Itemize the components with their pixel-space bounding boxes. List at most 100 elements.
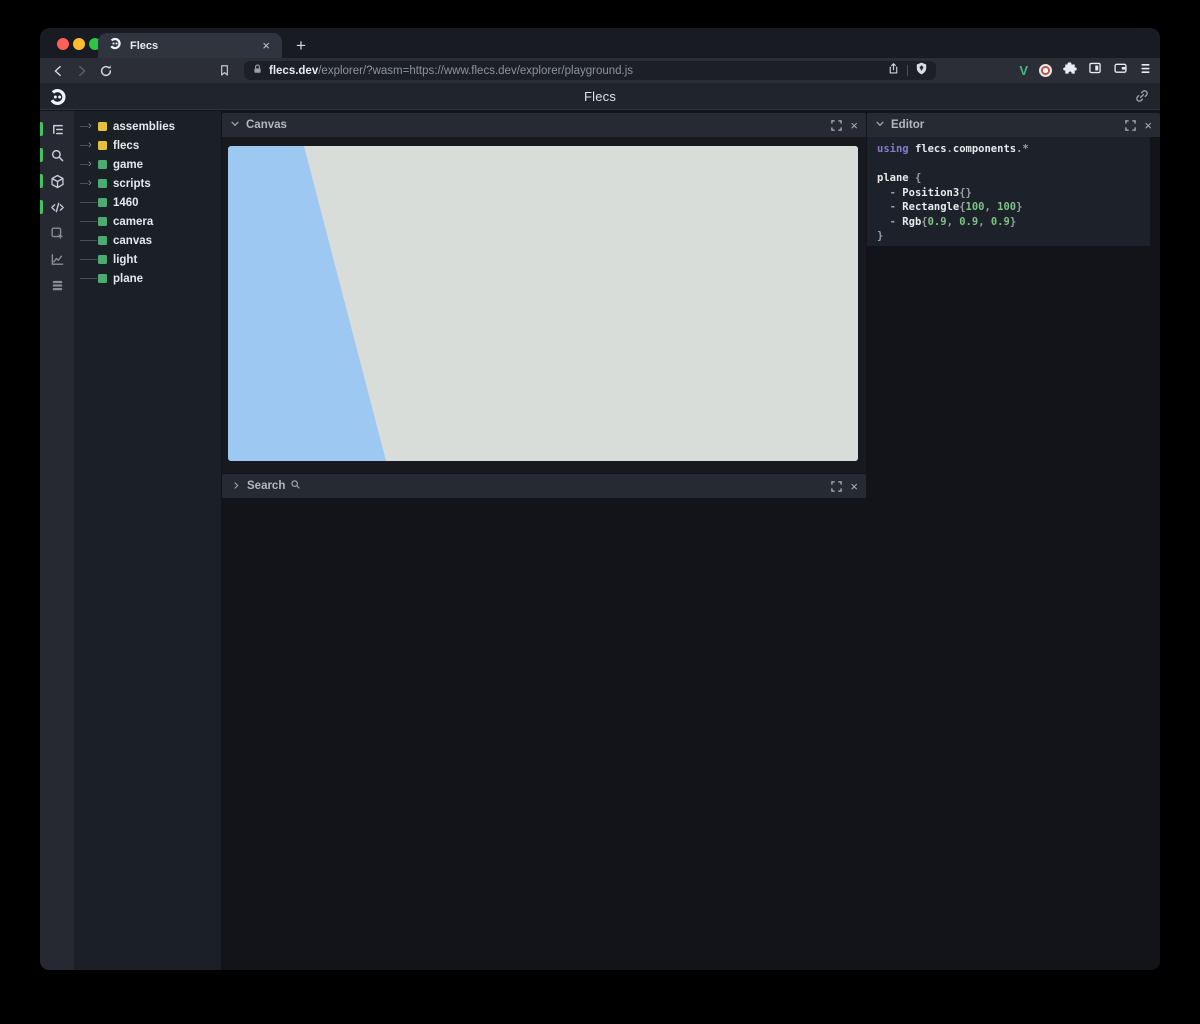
app-header: Flecs <box>40 83 1160 110</box>
3d-viewport[interactable] <box>228 146 858 461</box>
page-title: Flecs <box>40 83 1160 110</box>
tree-item-label: scripts <box>113 178 151 190</box>
editor-panel-header: Editor × <box>867 113 1160 137</box>
tree-item[interactable]: light <box>74 250 221 269</box>
sidebar-toggle-icon[interactable] <box>1088 61 1102 80</box>
sidebar-item-components[interactable] <box>40 173 74 189</box>
tree-item-label: game <box>113 159 143 171</box>
traffic-minimize[interactable] <box>73 38 85 50</box>
entity-color-square <box>98 122 107 131</box>
code-line: - Rectangle{100, 100} <box>877 200 1150 215</box>
fullscreen-icon[interactable] <box>1125 120 1136 131</box>
url-host: flecs.dev <box>269 65 318 77</box>
browser-window: Flecs × + flecs.d <box>40 28 1160 970</box>
close-icon[interactable]: × <box>850 480 858 493</box>
tree-twig <box>80 278 97 279</box>
tree-item-label: 1460 <box>113 197 139 209</box>
share-icon[interactable] <box>887 62 900 80</box>
tree-twig <box>80 126 88 127</box>
tree-twig <box>80 183 88 184</box>
search-panel-header: Search × <box>222 474 866 498</box>
traffic-close[interactable] <box>57 38 69 50</box>
lock-icon <box>252 62 263 80</box>
entity-color-square <box>98 160 107 169</box>
tab-strip: Flecs × + <box>40 28 1160 58</box>
close-icon[interactable]: × <box>1144 119 1152 132</box>
extension-target-icon[interactable] <box>1039 64 1052 77</box>
divider <box>907 65 908 76</box>
code-line <box>877 157 1150 172</box>
tree-item[interactable]: › game <box>74 155 221 174</box>
code-line: plane { <box>877 171 1150 186</box>
tree-twig <box>80 164 88 165</box>
tree-item-label: flecs <box>113 140 139 152</box>
search-icon <box>290 477 301 495</box>
ground-plane <box>304 146 858 461</box>
entity-color-square <box>98 198 107 207</box>
chevron-right-icon[interactable] <box>232 477 241 495</box>
tree-twig <box>80 221 97 222</box>
tab-close-icon[interactable]: × <box>260 39 272 52</box>
code-line: - Rgb{0.9, 0.9, 0.9} <box>877 215 1150 230</box>
entity-color-square <box>98 179 107 188</box>
entity-color-square <box>98 236 107 245</box>
expand-chevron-icon[interactable]: › <box>88 159 97 170</box>
tree-item[interactable]: camera <box>74 212 221 231</box>
chevron-down-icon[interactable] <box>875 116 885 134</box>
sidebar-item-stats[interactable] <box>40 251 74 267</box>
editor-code[interactable]: using flecs.components.* plane { - Posit… <box>867 137 1150 246</box>
canvas-panel-header: Canvas × <box>222 113 866 137</box>
entity-color-square <box>98 217 107 226</box>
tab-flecs[interactable]: Flecs × <box>98 33 282 58</box>
canvas-panel-title: Canvas <box>246 119 287 131</box>
fullscreen-icon[interactable] <box>831 481 842 492</box>
tree-twig <box>80 145 88 146</box>
reload-button[interactable] <box>94 61 118 81</box>
sidebar-item-inspect[interactable] <box>40 225 74 241</box>
expand-chevron-icon[interactable]: › <box>88 140 97 151</box>
menu-icon[interactable] <box>1139 62 1152 80</box>
expand-chevron-icon[interactable]: › <box>88 121 97 132</box>
vue-devtools-icon[interactable]: V <box>1019 63 1028 78</box>
fullscreen-icon[interactable] <box>831 120 842 131</box>
icon-sidebar <box>40 111 74 970</box>
entity-tree: › assemblies › flecs › game › <box>74 111 221 970</box>
code-line: } <box>877 229 1150 244</box>
tree-twig <box>80 240 97 241</box>
tree-item[interactable]: plane <box>74 269 221 288</box>
tree-item[interactable]: 1460 <box>74 193 221 212</box>
entity-color-square <box>98 255 107 264</box>
back-button[interactable] <box>46 61 70 81</box>
url-bar[interactable]: flecs.dev /explorer/?wasm=https://www.fl… <box>244 61 936 80</box>
search-panel-title: Search <box>247 480 285 492</box>
tree-item[interactable]: › scripts <box>74 174 221 193</box>
browser-toolbar: flecs.dev /explorer/?wasm=https://www.fl… <box>40 58 1160 83</box>
tree-item[interactable]: › flecs <box>74 136 221 155</box>
wallet-icon[interactable] <box>1113 61 1128 80</box>
tree-item[interactable]: canvas <box>74 231 221 250</box>
sidebar-item-code[interactable] <box>40 199 74 215</box>
tree-item-label: light <box>113 254 137 266</box>
sidebar-item-search[interactable] <box>40 147 74 163</box>
chevron-down-icon[interactable] <box>230 116 240 134</box>
panel-area: Canvas × <box>221 111 1160 970</box>
tree-item[interactable]: › assemblies <box>74 117 221 136</box>
close-icon[interactable]: × <box>850 119 858 132</box>
bookmark-icon[interactable] <box>212 61 236 81</box>
expand-chevron-icon[interactable]: › <box>88 178 97 189</box>
tree-twig <box>80 259 97 260</box>
sidebar-item-queries[interactable] <box>40 277 74 293</box>
entity-color-square <box>98 141 107 150</box>
extensions-puzzle-icon[interactable] <box>1063 61 1077 80</box>
brave-shield-icon[interactable] <box>915 62 928 80</box>
favicon-flecs-icon <box>108 36 122 55</box>
sidebar-item-tree[interactable] <box>40 121 74 137</box>
permalink-icon[interactable] <box>1134 88 1150 109</box>
forward-button[interactable] <box>70 61 94 81</box>
editor-panel-title: Editor <box>891 119 924 131</box>
tab-title: Flecs <box>130 40 260 52</box>
tree-item-label: canvas <box>113 235 152 247</box>
tree-item-label: camera <box>113 216 153 228</box>
tree-twig <box>80 202 97 203</box>
new-tab-button[interactable]: + <box>288 33 314 58</box>
